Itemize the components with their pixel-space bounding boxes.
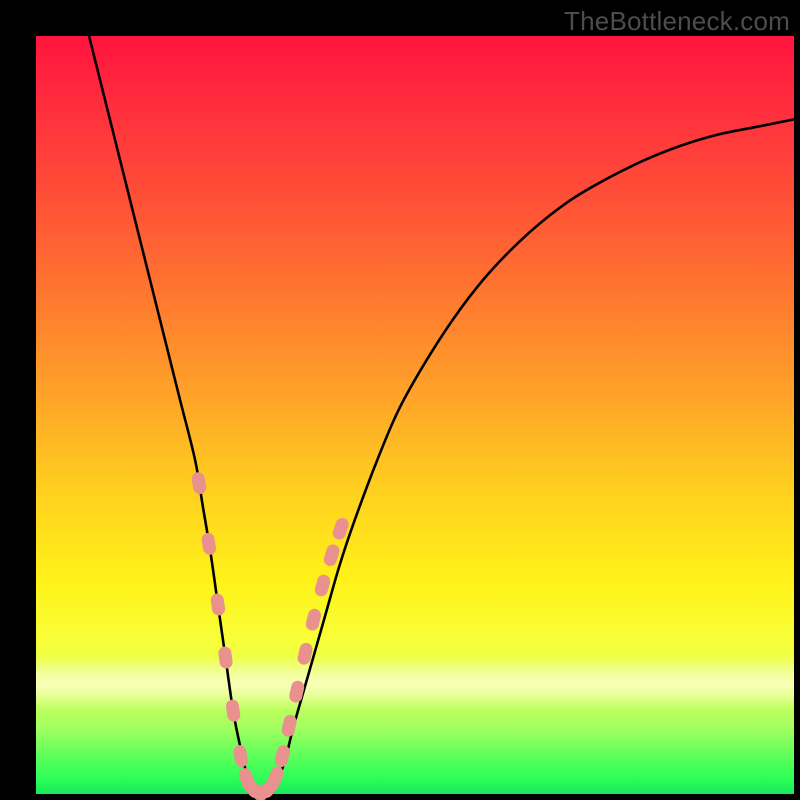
curve-bead	[273, 744, 291, 769]
curve-bead	[201, 532, 217, 556]
curve-bead	[322, 543, 341, 568]
curve-bead	[218, 646, 234, 670]
curve-bead	[225, 699, 241, 723]
curve-bead	[331, 516, 350, 541]
chart-frame: TheBottleneck.com	[0, 0, 800, 800]
curve-bead	[232, 744, 249, 768]
curve-bead	[191, 471, 207, 495]
curve-bead	[280, 714, 297, 738]
curve-bead	[251, 780, 277, 800]
bottleneck-curve	[89, 36, 794, 794]
curve-beads	[191, 471, 351, 800]
curve-layer	[36, 36, 794, 794]
plot-area	[36, 36, 794, 794]
curve-bead	[265, 765, 285, 790]
curve-bead	[245, 780, 270, 800]
curve-bead	[257, 775, 281, 800]
curve-bead	[304, 607, 322, 632]
curve-bead	[288, 680, 305, 704]
curve-bead	[237, 766, 257, 791]
curve-bead	[240, 775, 264, 800]
pale-band	[36, 656, 794, 710]
curve-bead	[296, 642, 314, 666]
curve-bead	[210, 593, 226, 617]
watermark-text: TheBottleneck.com	[564, 6, 790, 37]
curve-bead	[313, 573, 331, 598]
